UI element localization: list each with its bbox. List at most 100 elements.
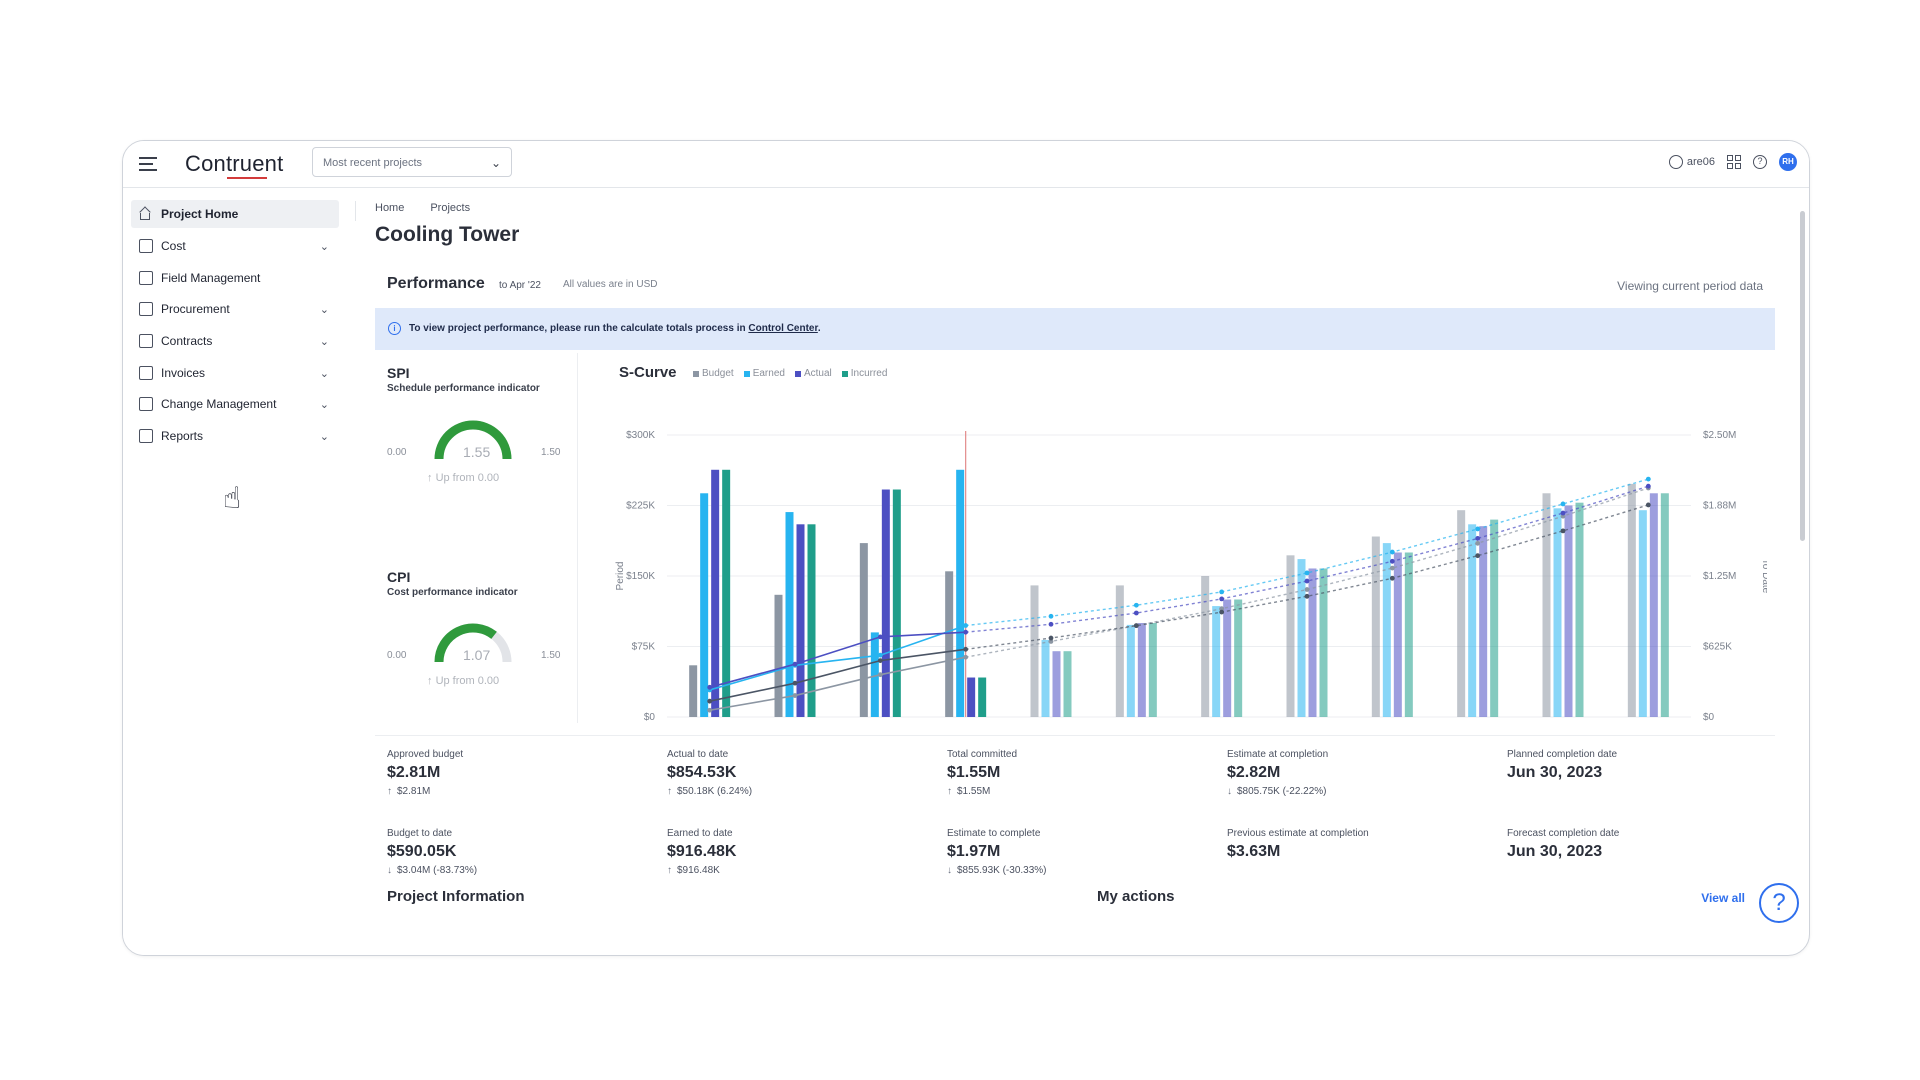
apps-grid-icon[interactable]	[1727, 155, 1741, 169]
bar-earned[interactable]	[700, 493, 709, 717]
legend-item-incurred[interactable]: Incurred	[841, 368, 887, 379]
cumulative-point-budget[interactable]	[877, 672, 883, 678]
scrollbar[interactable]	[1800, 211, 1805, 541]
cumulative-point-earned[interactable]	[1475, 526, 1481, 532]
breadcrumb-home[interactable]: Home	[375, 202, 404, 214]
user-avatar[interactable]: RH	[1779, 153, 1797, 171]
sidebar-item-contracts[interactable]: Contracts ⌄	[131, 327, 339, 355]
bar-earned[interactable]	[785, 512, 794, 717]
cumulative-point-incurred[interactable]	[877, 658, 883, 663]
cumulative-point-actual[interactable]	[1219, 596, 1225, 602]
cumulative-point-budget[interactable]	[792, 693, 798, 698]
cumulative-point-actual[interactable]	[792, 661, 798, 667]
cumulative-point-budget[interactable]	[1475, 540, 1481, 546]
bar-actual[interactable]	[881, 489, 890, 717]
bar-earned[interactable]	[1126, 624, 1135, 717]
floating-help-button[interactable]: ?	[1759, 883, 1799, 923]
sidebar-item-project-home[interactable]: Project Home	[131, 200, 339, 228]
bar-incurred[interactable]	[1660, 493, 1669, 717]
project-select[interactable]: Most recent projects ⌄	[312, 147, 512, 177]
bar-budget[interactable]	[1286, 555, 1295, 717]
cumulative-point-incurred[interactable]	[963, 646, 969, 652]
view-all-link[interactable]: View all	[1701, 891, 1745, 905]
bar-budget[interactable]	[1201, 576, 1210, 717]
bar-actual[interactable]	[1052, 651, 1061, 717]
cumulative-point-actual[interactable]	[1048, 621, 1054, 627]
cumulative-point-incurred[interactable]	[1645, 502, 1651, 508]
breadcrumb-projects[interactable]: Projects	[430, 202, 470, 214]
bar-budget[interactable]	[1542, 493, 1551, 717]
sidebar-item-invoices[interactable]: Invoices ⌄	[131, 359, 339, 387]
cumulative-point-budget[interactable]	[1389, 565, 1395, 571]
bar-budget[interactable]	[689, 665, 698, 717]
cumulative-point-actual[interactable]	[707, 684, 713, 690]
cumulative-point-earned[interactable]	[963, 623, 969, 628]
bar-actual[interactable]	[1223, 599, 1232, 718]
cumulative-point-actual[interactable]	[1560, 510, 1566, 516]
cumulative-point-earned[interactable]	[1560, 501, 1566, 507]
bar-actual[interactable]	[1308, 568, 1317, 717]
cumulative-point-actual[interactable]	[963, 629, 969, 635]
bar-incurred[interactable]	[1404, 552, 1413, 718]
legend-item-earned[interactable]: Earned	[743, 368, 785, 379]
sidebar-item-change-management[interactable]: Change Management ⌄	[131, 390, 339, 418]
bar-incurred[interactable]	[807, 524, 816, 717]
bar-incurred[interactable]	[892, 489, 901, 717]
bar-incurred[interactable]	[1490, 519, 1499, 717]
control-center-link[interactable]: Control Center	[748, 323, 817, 334]
cumulative-point-actual[interactable]	[1133, 610, 1139, 616]
bar-budget[interactable]	[1030, 585, 1039, 717]
cumulative-point-incurred[interactable]	[1048, 635, 1054, 641]
cumulative-point-earned[interactable]	[877, 652, 883, 658]
cumulative-point-incurred[interactable]	[707, 698, 713, 704]
cumulative-point-budget[interactable]	[963, 654, 969, 660]
hamburger-menu-icon[interactable]	[137, 153, 159, 175]
app-logo[interactable]: Contruent	[185, 151, 283, 177]
cumulative-point-earned[interactable]	[1219, 589, 1225, 595]
bar-earned[interactable]	[956, 469, 965, 717]
bar-incurred[interactable]	[1319, 568, 1328, 717]
bar-actual[interactable]	[711, 469, 720, 717]
bar-earned[interactable]	[1553, 508, 1562, 717]
cumulative-point-incurred[interactable]	[1133, 623, 1139, 629]
cumulative-point-earned[interactable]	[1304, 570, 1310, 576]
cumulative-point-incurred[interactable]	[1389, 575, 1395, 581]
bar-earned[interactable]	[1212, 606, 1221, 717]
bar-budget[interactable]	[859, 543, 868, 717]
cumulative-point-incurred[interactable]	[792, 680, 798, 686]
sidebar-item-cost[interactable]: Cost ⌄	[131, 232, 339, 260]
bar-incurred[interactable]	[1234, 599, 1243, 718]
cumulative-point-actual[interactable]	[1389, 558, 1395, 564]
cumulative-point-actual[interactable]	[1645, 483, 1651, 489]
cumulative-point-actual[interactable]	[1475, 536, 1481, 541]
cumulative-point-actual[interactable]	[877, 634, 883, 640]
bar-actual[interactable]	[1564, 505, 1573, 718]
bar-earned[interactable]	[1638, 510, 1647, 717]
legend-item-budget[interactable]: Budget	[693, 368, 734, 379]
cumulative-point-incurred[interactable]	[1560, 528, 1566, 534]
cumulative-point-incurred[interactable]	[1304, 593, 1310, 599]
bar-budget[interactable]	[1627, 483, 1636, 717]
cumulative-point-budget[interactable]	[1304, 587, 1310, 592]
cumulative-point-budget[interactable]	[707, 707, 713, 713]
bar-actual[interactable]	[796, 524, 805, 717]
cumulative-point-earned[interactable]	[1133, 602, 1139, 608]
cumulative-point-actual[interactable]	[1304, 578, 1310, 584]
bar-actual[interactable]	[967, 677, 976, 717]
cumulative-point-incurred[interactable]	[1219, 609, 1225, 615]
sidebar-item-field-management[interactable]: Field Management	[131, 264, 339, 292]
bar-budget[interactable]	[1457, 510, 1466, 717]
bar-incurred[interactable]	[1063, 651, 1072, 717]
bar-budget[interactable]	[945, 571, 954, 717]
bar-earned[interactable]	[1468, 524, 1477, 717]
sidebar-item-procurement[interactable]: Procurement ⌄	[131, 295, 339, 323]
cumulative-point-incurred[interactable]	[1475, 553, 1481, 559]
help-icon[interactable]: ?	[1753, 155, 1767, 169]
bar-budget[interactable]	[1371, 536, 1380, 717]
bar-earned[interactable]	[1041, 639, 1050, 717]
bar-actual[interactable]	[1649, 493, 1658, 717]
cumulative-point-earned[interactable]	[1048, 613, 1054, 619]
bar-actual[interactable]	[1137, 623, 1146, 717]
cumulative-point-earned[interactable]	[1389, 549, 1395, 555]
bar-budget[interactable]	[1115, 585, 1124, 717]
